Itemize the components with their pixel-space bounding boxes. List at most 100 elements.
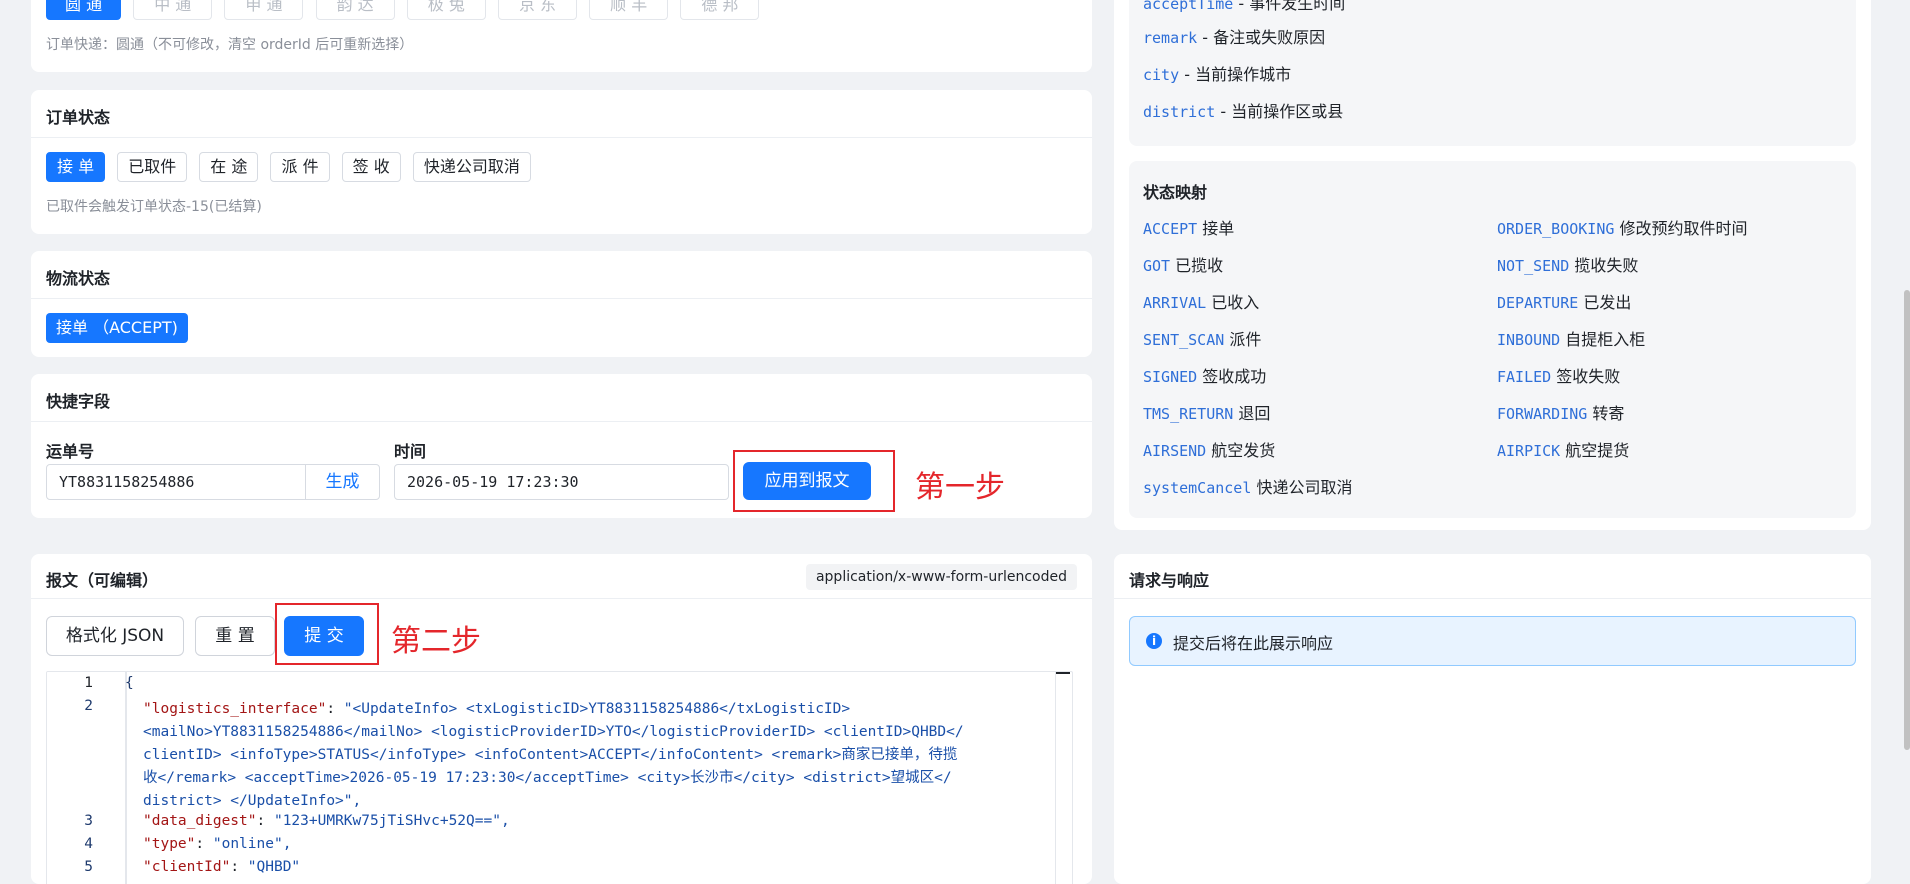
express-zto[interactable]: 中 通: [133, 0, 213, 20]
payload-editor[interactable]: 1 { 2 "logistics_interface": "<UpdateInf…: [46, 671, 1073, 884]
line-number: 3: [84, 813, 93, 829]
field-doc-district: district - 当前操作区或县: [1143, 102, 1344, 121]
json-key: "type": [143, 836, 196, 852]
payload-card: 报文（可编辑） application/x-www-form-urlencode…: [31, 554, 1092, 884]
status-map-item: systemCancel 快递公司取消: [1143, 474, 1352, 498]
field-doc-city: city - 当前操作城市: [1143, 65, 1292, 84]
status-desc: 退回: [1233, 404, 1271, 423]
status-map-item: INBOUND 自提柜入柜: [1497, 326, 1645, 350]
logistics-status-card: 物流状态 接单 （ACCEPT): [31, 251, 1092, 357]
status-desc: 揽收失败: [1569, 256, 1639, 275]
order-status-delivering[interactable]: 派 件: [270, 152, 330, 182]
field-doc-remark: remark - 备注或失败原因: [1143, 28, 1326, 47]
status-code: DEPARTURE: [1497, 294, 1579, 312]
express-yunda[interactable]: 韵 达: [315, 0, 395, 20]
status-code: FAILED: [1497, 368, 1552, 386]
submit-button[interactable]: 提 交: [284, 616, 364, 656]
time-input[interactable]: 2026-05-19 17:23:30: [394, 464, 729, 500]
status-map-item: FORWARDING 转寄: [1497, 400, 1624, 424]
json-value: "123+UMRKw75jTiSHvc+52Q==",: [273, 813, 510, 829]
editor-scroll-marker: [1056, 672, 1070, 674]
editor-current-line: [125, 675, 1072, 695]
order-status-signed[interactable]: 签 收: [341, 152, 401, 182]
express-sf[interactable]: 顺 丰: [589, 0, 669, 20]
apply-to-payload-button[interactable]: 应用到报文: [743, 462, 871, 500]
status-map-item: ORDER_BOOKING 修改预约取件时间: [1497, 215, 1748, 239]
status-map-item: DEPARTURE 已发出: [1497, 289, 1631, 313]
status-desc: 签收失败: [1551, 367, 1621, 386]
status-desc: 签收成功: [1197, 367, 1267, 386]
generate-button[interactable]: 生成: [305, 464, 380, 500]
step2-label: 第二步: [391, 624, 481, 659]
json-value: "<UpdateInfo> <txLogisticID>YT8831158254…: [343, 701, 851, 717]
response-card: 请求与响应 i 提交后将在此展示响应: [1114, 554, 1871, 884]
status-code: systemCancel: [1143, 479, 1252, 497]
status-desc: 自提柜入柜: [1560, 330, 1646, 349]
field-doc-partial: acceptTime - 事件发生时间: [1143, 0, 1346, 13]
response-info-alert: i 提交后将在此展示响应: [1129, 616, 1856, 666]
status-code: AIRPICK: [1497, 442, 1561, 460]
order-status-buttons: 接 单 已取件 在 途 派 件 签 收 快递公司取消: [46, 152, 538, 182]
editor-active-line-bar: [125, 672, 127, 884]
status-desc: 航空发货: [1206, 441, 1276, 460]
express-jd[interactable]: 京 东: [497, 0, 578, 20]
line-number: 5: [84, 859, 93, 875]
order-status-card: 订单状态 接 单 已取件 在 途 派 件 签 收 快递公司取消 已取件会触发订单…: [31, 90, 1092, 234]
status-desc: 航空提货: [1560, 441, 1630, 460]
status-desc: 接单: [1197, 219, 1235, 238]
status-map-item: TMS_RETURN 退回: [1143, 400, 1270, 424]
express-card: 圆 通 中 通 申 通 韵 达 极 兔 京 东 顺 丰 德 邦 订单快递：圆通（…: [31, 0, 1092, 72]
field-docs-card: acceptTime - 事件发生时间 remark - 备注或失败原因 cit…: [1129, 0, 1856, 146]
status-code: INBOUND: [1497, 331, 1561, 349]
status-map-card: 状态映射 ACCEPT 接单 GOT 已揽收 ARRIVAL 已收入 SENT_SCA…: [1129, 161, 1856, 518]
status-map-item: AIRPICK 航空提货: [1497, 437, 1629, 461]
status-map-item: ACCEPT 接单: [1143, 215, 1234, 239]
status-desc: 已揽收: [1170, 256, 1224, 275]
status-code: SIGNED: [1143, 368, 1198, 386]
reset-button[interactable]: 重 置: [195, 616, 275, 656]
express-yto[interactable]: 圆 通: [46, 0, 122, 20]
json-value: "online",: [212, 836, 292, 852]
logistics-status-title: 物流状态: [46, 269, 111, 288]
json-value: <mailNo>YT8831158254886</mailNo> <logist…: [143, 724, 964, 740]
step1-label: 第一步: [915, 470, 1005, 505]
waybill-label: 运单号: [46, 442, 95, 461]
order-status-accept[interactable]: 接 单: [46, 152, 106, 182]
status-code: SENT_SCAN: [1143, 331, 1225, 349]
json-key: "clientId": [143, 859, 231, 875]
quick-fields-title: 快捷字段: [46, 392, 111, 411]
line-number: 1: [84, 675, 93, 691]
waybill-input[interactable]: YT8831158254886: [46, 464, 306, 500]
order-status-transit[interactable]: 在 途: [199, 152, 259, 182]
logistics-status-select[interactable]: 接单 （ACCEPT): [46, 313, 188, 343]
order-status-cancel[interactable]: 快递公司取消: [412, 152, 531, 182]
json-value: clientID> <infoType>STATUS</infoType> <i…: [143, 747, 958, 763]
express-jitu[interactable]: 极 兔: [406, 0, 486, 20]
status-code: ACCEPT: [1143, 220, 1198, 238]
status-map-item: ARRIVAL 已收入: [1143, 289, 1259, 313]
status-map-item: NOT_SEND 揽收失败: [1497, 252, 1638, 276]
status-code: GOT: [1143, 257, 1171, 275]
status-map-item: SIGNED 签收成功: [1143, 363, 1266, 387]
response-info-text: 提交后将在此展示响应: [1173, 634, 1334, 653]
status-desc: 已发出: [1578, 293, 1632, 312]
express-buttons: 圆 通 中 通 申 通 韵 达 极 兔 京 东 顺 丰 德 邦: [46, 0, 766, 20]
page-scrollbar[interactable]: [1904, 290, 1910, 750]
status-code: ARRIVAL: [1143, 294, 1207, 312]
order-status-picked[interactable]: 已取件: [117, 152, 188, 182]
response-title: 请求与响应: [1129, 571, 1210, 590]
status-map-item: GOT 已揽收: [1143, 252, 1223, 276]
express-deppon[interactable]: 德 邦: [680, 0, 760, 20]
format-json-button[interactable]: 格式化 JSON: [46, 616, 184, 656]
line-number: 4: [84, 836, 93, 852]
json-value: "QHBD": [247, 859, 301, 875]
status-code: FORWARDING: [1497, 405, 1588, 423]
express-note: 订单快递：圆通（不可修改，清空 orderId 后可重新选择）: [46, 37, 414, 53]
quick-fields-card: 快捷字段 运单号 YT8831158254886 生成 时间 2026-05-1…: [31, 374, 1092, 518]
payload-title: 报文（可编辑）: [46, 571, 159, 590]
status-desc: 转寄: [1587, 404, 1625, 423]
status-map-item: AIRSEND 航空发货: [1143, 437, 1275, 461]
express-sto[interactable]: 申 通: [224, 0, 304, 20]
content-type-badge: application/x-www-form-urlencoded: [805, 564, 1077, 590]
line-number: 2: [84, 698, 93, 714]
